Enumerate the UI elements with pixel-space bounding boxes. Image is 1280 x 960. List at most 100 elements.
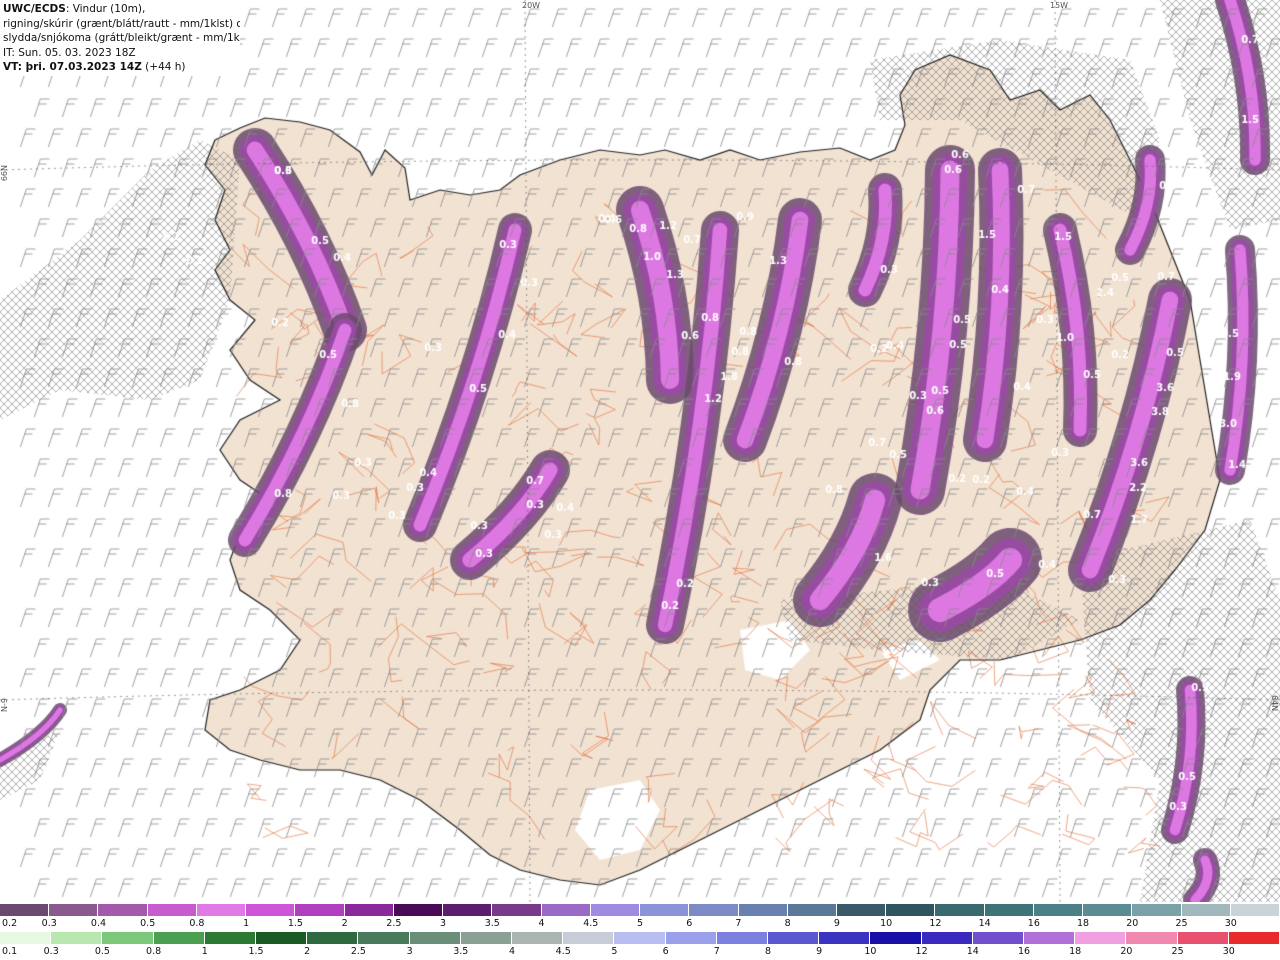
snow-legend-swatch [836,904,887,916]
rain-legend-label: 25 [1171,946,1184,957]
map-info-box: UWC/ECDS: Vindur (10m), rigning/skúrir (… [0,0,240,76]
rain-legend-swatch [563,932,615,944]
rain-legend-swatch [409,932,461,944]
snow-legend-label: 0.5 [140,918,156,929]
snow-legend-swatch [689,904,739,916]
snow-legend-labels: 0.2 0.3 0.4 0.5 0.8 1 1.5 2 2.5 3 3.5 4 4.5 5 6 7 8 9 10 12… [0,918,1280,932]
rain-legend-label: 2.5 [350,946,366,957]
snow-legend-label: 14 [978,918,991,929]
rain-legend-label: 16 [1017,946,1031,957]
rain-legend-label: 1.5 [248,946,264,957]
snow-legend-swatch [0,904,50,916]
rain-legend-swatch [921,932,973,944]
snow-legend-label: 18 [1077,918,1090,929]
model-name: UWC/ECDS [3,3,66,15]
rain-legend-swatch [972,932,1025,944]
snow-legend-swatch [738,904,788,916]
grid-label-64n: 64N [1270,695,1279,712]
rain-legend-swatch [0,932,52,944]
grid-label-66n: 66N [0,165,9,182]
rain-legend-swatch [1126,932,1178,944]
snow-legend-swatch [590,904,641,916]
rain-legend-label: 0.8 [146,946,162,957]
snow-legend-swatch [295,904,345,916]
rain-legend-swatch [1177,932,1229,944]
rain-legend-label: 0.3 [43,946,59,957]
snow-legend-label: 0.2 [2,918,18,929]
rain-legend-label: 9 [816,946,823,957]
rain-legend-swatch [460,932,513,944]
rain-legend-swatch [614,932,666,944]
snow-legend-label: 6 [686,918,693,929]
snow-legend-label: 2 [341,918,348,929]
snow-legend-swatch [492,904,542,916]
snow-legend-swatch [1033,904,1084,916]
snow-legend-label: 16 [1027,918,1040,929]
rain-legend-swatch [1024,932,1076,944]
rain-legend-label: 8 [764,946,772,957]
snow-legend-label: 4.5 [583,918,599,929]
grid-label-20w: 20W [522,1,541,10]
snow-legend-label: 1.5 [287,918,303,929]
snow-legend-swatch [1132,904,1182,916]
rain-legend-swatch [716,932,769,944]
title-line-3: slydda/snjókoma (grátt/bleikt/grænt - mm… [3,32,240,44]
snow-legend-label: 3 [440,918,447,929]
snow-legend-label: 7 [735,918,742,929]
snow-legend-swatch [787,904,837,916]
snow-legend-swatch [640,904,690,916]
snow-legend-swatch [246,904,296,916]
snow-legend-bar [0,904,1280,916]
rain-legend-label: 3.5 [453,946,469,957]
rain-legend-swatch [870,932,922,944]
rain-legend-label: 2 [304,946,311,957]
grid-label-15w: 15W [1050,1,1069,10]
grid-label-n9: N-9 [0,698,9,712]
snow-legend-swatch [147,904,197,916]
rain-legend-swatch [665,932,717,944]
rain-legend-swatch [204,932,257,944]
init-time: IT: Sun. 05. 03. 2023 18Z [3,46,136,59]
rain-legend-swatch [51,932,103,944]
snow-legend-label: 20 [1126,918,1139,929]
rain-legend-swatch [153,932,205,944]
rain-legend-label: 3 [406,946,413,957]
rain-legend-label: 10 [864,946,877,957]
rain-legend-swatch [819,932,871,944]
snow-legend-swatch [935,904,985,916]
snow-legend-label: 2.5 [386,918,402,929]
snow-legend-label: 12 [929,918,942,929]
snow-legend-label: 0.4 [90,918,107,929]
snow-legend-label: 10 [880,918,893,929]
rain-legend-label: 7 [713,946,720,957]
rain-legend-label: 30 [1222,946,1235,957]
rain-legend-label: 14 [966,946,979,957]
snow-legend-label: 0.3 [41,918,57,929]
snow-legend-label: 30 [1224,918,1237,929]
snow-legend-label: 1 [243,918,250,929]
snow-legend-swatch [886,904,936,916]
snow-legend-swatch [344,904,394,916]
snow-legend-label: 9 [833,918,840,929]
rain-legend-labels: 0.1 0.3 0.5 0.8 1 1.5 2 2.5 3 3.5 4 4.5 5 6 7 8 9 10 12 14 1… [0,946,1280,960]
snow-legend-swatch [1083,904,1133,916]
rain-legend-label: 5 [611,946,618,957]
rain-legend-swatch [1075,932,1127,944]
snow-legend-label: 3.5 [484,918,500,929]
rain-legend-label: 4 [508,946,516,957]
rain-legend-swatch [358,932,410,944]
rain-legend-label: 18 [1069,946,1082,957]
rain-legend-label: 0.1 [2,946,18,957]
snow-legend-swatch [1230,904,1280,916]
title-line-1: UWC/ECDS: Vindur (10m), [3,3,146,15]
snow-legend-swatch [98,904,148,916]
snow-legend-swatch [443,904,493,916]
snow-legend-label: 5 [636,918,644,929]
snow-legend-label: 25 [1175,918,1188,929]
snow-legend-swatch [393,904,444,916]
rain-legend-label: 20 [1120,946,1133,957]
rain-legend-bar [0,932,1280,944]
title-line-2: rigning/skúrir (grænt/blátt/rautt - mm/1… [3,17,240,30]
rain-legend-swatch [1228,932,1280,944]
rain-legend-swatch [307,932,359,944]
